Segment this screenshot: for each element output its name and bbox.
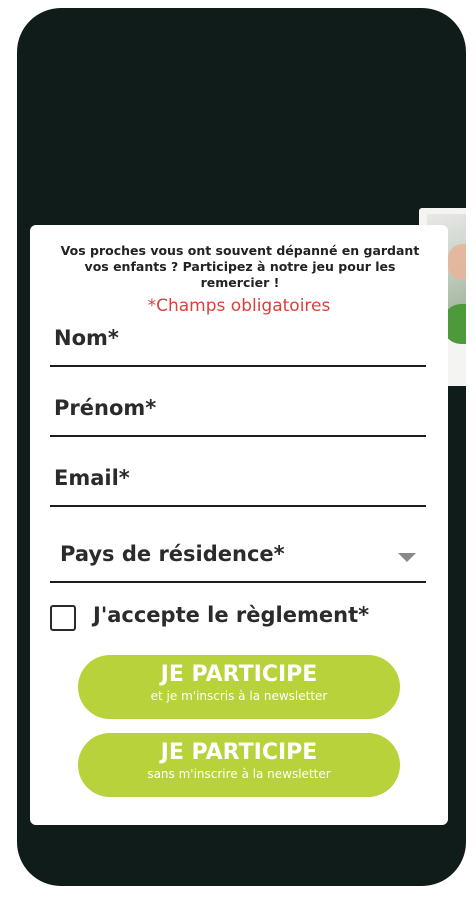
chevron-down-icon — [398, 553, 416, 562]
reglement-label: J'accepte le règlement* — [93, 603, 370, 627]
prenom-label: Prénom* — [54, 396, 157, 420]
button-main-label: JE PARTICIPE — [160, 662, 318, 687]
pays-select[interactable]: Pays de résidence* — [50, 531, 426, 583]
participate-no-newsletter-button[interactable]: JE PARTICIPE sans m'inscrire à la newsle… — [78, 733, 400, 797]
button-sub-label: et je m'inscris à la newsletter — [150, 689, 328, 703]
nom-field[interactable]: Nom* — [50, 317, 426, 367]
reglement-checkbox[interactable] — [50, 605, 76, 631]
form-modal: Vos proches vous ont souvent dépanné en … — [30, 225, 448, 825]
email-label: Email* — [54, 466, 130, 490]
nom-label: Nom* — [54, 326, 119, 350]
button-sub-label: sans m'inscrire à la newsletter — [147, 767, 331, 781]
reglement-checkbox-row[interactable]: J'accepte le règlement* — [50, 601, 430, 637]
required-note: *Champs obligatoires — [147, 296, 331, 316]
prenom-field[interactable]: Prénom* — [50, 387, 426, 437]
participate-newsletter-button[interactable]: JE PARTICIPE et je m'inscris à la newsle… — [78, 655, 400, 719]
pays-label: Pays de résidence* — [60, 542, 285, 566]
intro-text: Vos proches vous ont souvent dépanné en … — [60, 243, 420, 290]
email-field[interactable]: Email* — [50, 457, 426, 507]
button-main-label: JE PARTICIPE — [160, 740, 318, 765]
